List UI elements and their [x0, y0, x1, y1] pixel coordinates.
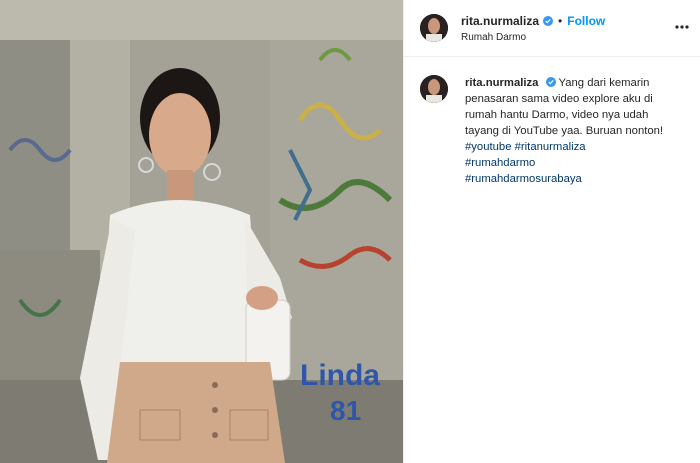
- avatar-image: [420, 14, 448, 42]
- caption-verified-badge-icon: [545, 77, 556, 87]
- username-link[interactable]: rita.nurmaliza: [461, 14, 539, 28]
- caption-username-link[interactable]: rita.nurmaliza: [465, 77, 538, 89]
- post-sidebar: rita.nurmaliza • Follow Rumah Darmo rita…: [403, 0, 700, 463]
- post-caption: rita.nurmaliza Yang dari kemarin penasar…: [404, 57, 700, 187]
- graffiti-text-linda: Linda: [300, 359, 380, 392]
- avatar[interactable]: [420, 14, 448, 42]
- post-image: Linda 81: [0, 0, 403, 463]
- hashtag-link[interactable]: #rumahdarmosurabaya: [465, 171, 684, 187]
- post-photo[interactable]: Linda 81: [0, 0, 403, 463]
- separator-dot: •: [558, 13, 563, 28]
- verified-badge-icon: [543, 15, 554, 26]
- caption-text: rita.nurmaliza Yang dari kemarin penasar…: [465, 75, 684, 187]
- instagram-post: Linda 81 rita.nurmaliza • Follow Rumah D…: [0, 0, 700, 463]
- more-options-icon[interactable]: [674, 19, 690, 35]
- follow-button[interactable]: Follow: [567, 14, 605, 28]
- header-info: rita.nurmaliza • Follow Rumah Darmo: [461, 14, 605, 43]
- location-link[interactable]: Rumah Darmo: [461, 32, 605, 43]
- post-header: rita.nurmaliza • Follow Rumah Darmo: [404, 0, 700, 57]
- hashtag-link[interactable]: #youtube #ritanurmaliza: [465, 139, 684, 155]
- header-row: rita.nurmaliza • Follow: [461, 14, 605, 28]
- caption-avatar-image: [420, 75, 448, 103]
- hashtag-link[interactable]: #rumahdarmo: [465, 155, 684, 171]
- graffiti-text-number: 81: [330, 395, 361, 426]
- caption-avatar[interactable]: [420, 75, 448, 103]
